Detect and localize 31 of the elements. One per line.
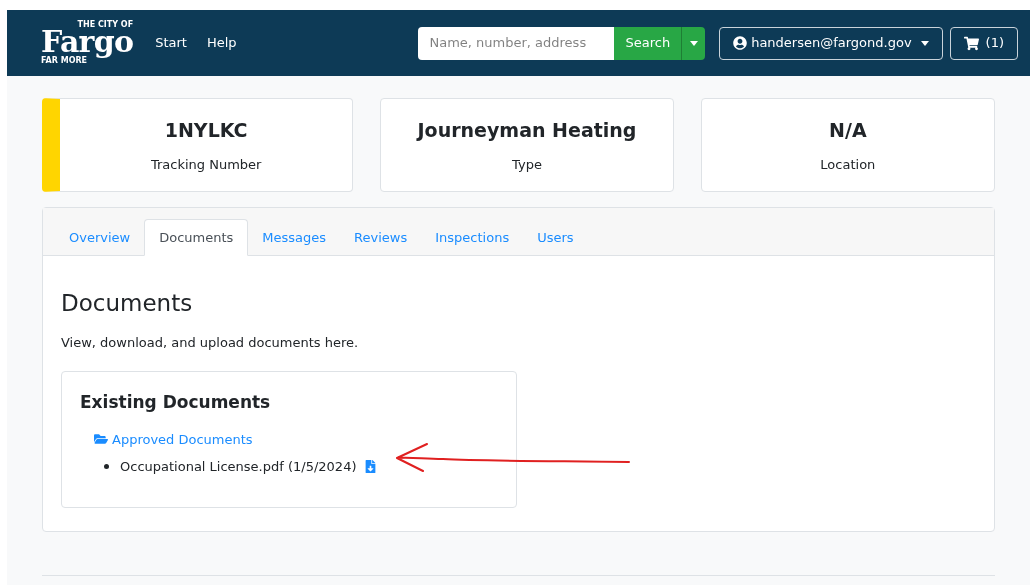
tab[interactable]: Overview (55, 219, 145, 256)
description: View, download, and upload documents here. (61, 333, 360, 352)
search-button[interactable]: Search (614, 26, 682, 60)
bullet-icon (104, 464, 109, 470)
card-label: Tracking Number (150, 155, 262, 174)
search-dropdown-button[interactable] (681, 26, 706, 60)
tab[interactable]: Inspections (421, 219, 524, 256)
folder-icon (94, 432, 108, 447)
card-value: Journeyman Heating (417, 118, 637, 143)
nav-link[interactable]: Help (206, 33, 237, 53)
card-value: 1NYLKC (164, 118, 248, 143)
tab[interactable]: Messages (248, 219, 341, 256)
tab[interactable]: Reviews (340, 219, 422, 256)
card-heading: Existing Documents (80, 391, 272, 414)
search-field[interactable]: Name, number, address (418, 26, 615, 60)
card-value: N/A (829, 118, 867, 143)
card-label: Location (820, 155, 876, 174)
tab[interactable]: Users (523, 219, 588, 256)
nav-link[interactable]: Start (155, 33, 187, 53)
card-label: Type (512, 155, 542, 174)
tab[interactable]: Documents (144, 219, 249, 256)
cart-button[interactable]: (1) (949, 26, 1018, 60)
user-menu-button[interactable]: handersen@fargond.gov (719, 26, 943, 60)
download-icon[interactable] (364, 460, 378, 474)
folder-link[interactable]: Approved Documents (94, 429, 498, 449)
cart-icon (963, 35, 979, 51)
page-heading: Documents (61, 289, 194, 318)
caret-icon (689, 40, 698, 46)
caret-icon (920, 40, 929, 46)
file-name: Occupational License.pdf (1/5/2024) (120, 458, 357, 476)
user-icon (733, 36, 748, 50)
